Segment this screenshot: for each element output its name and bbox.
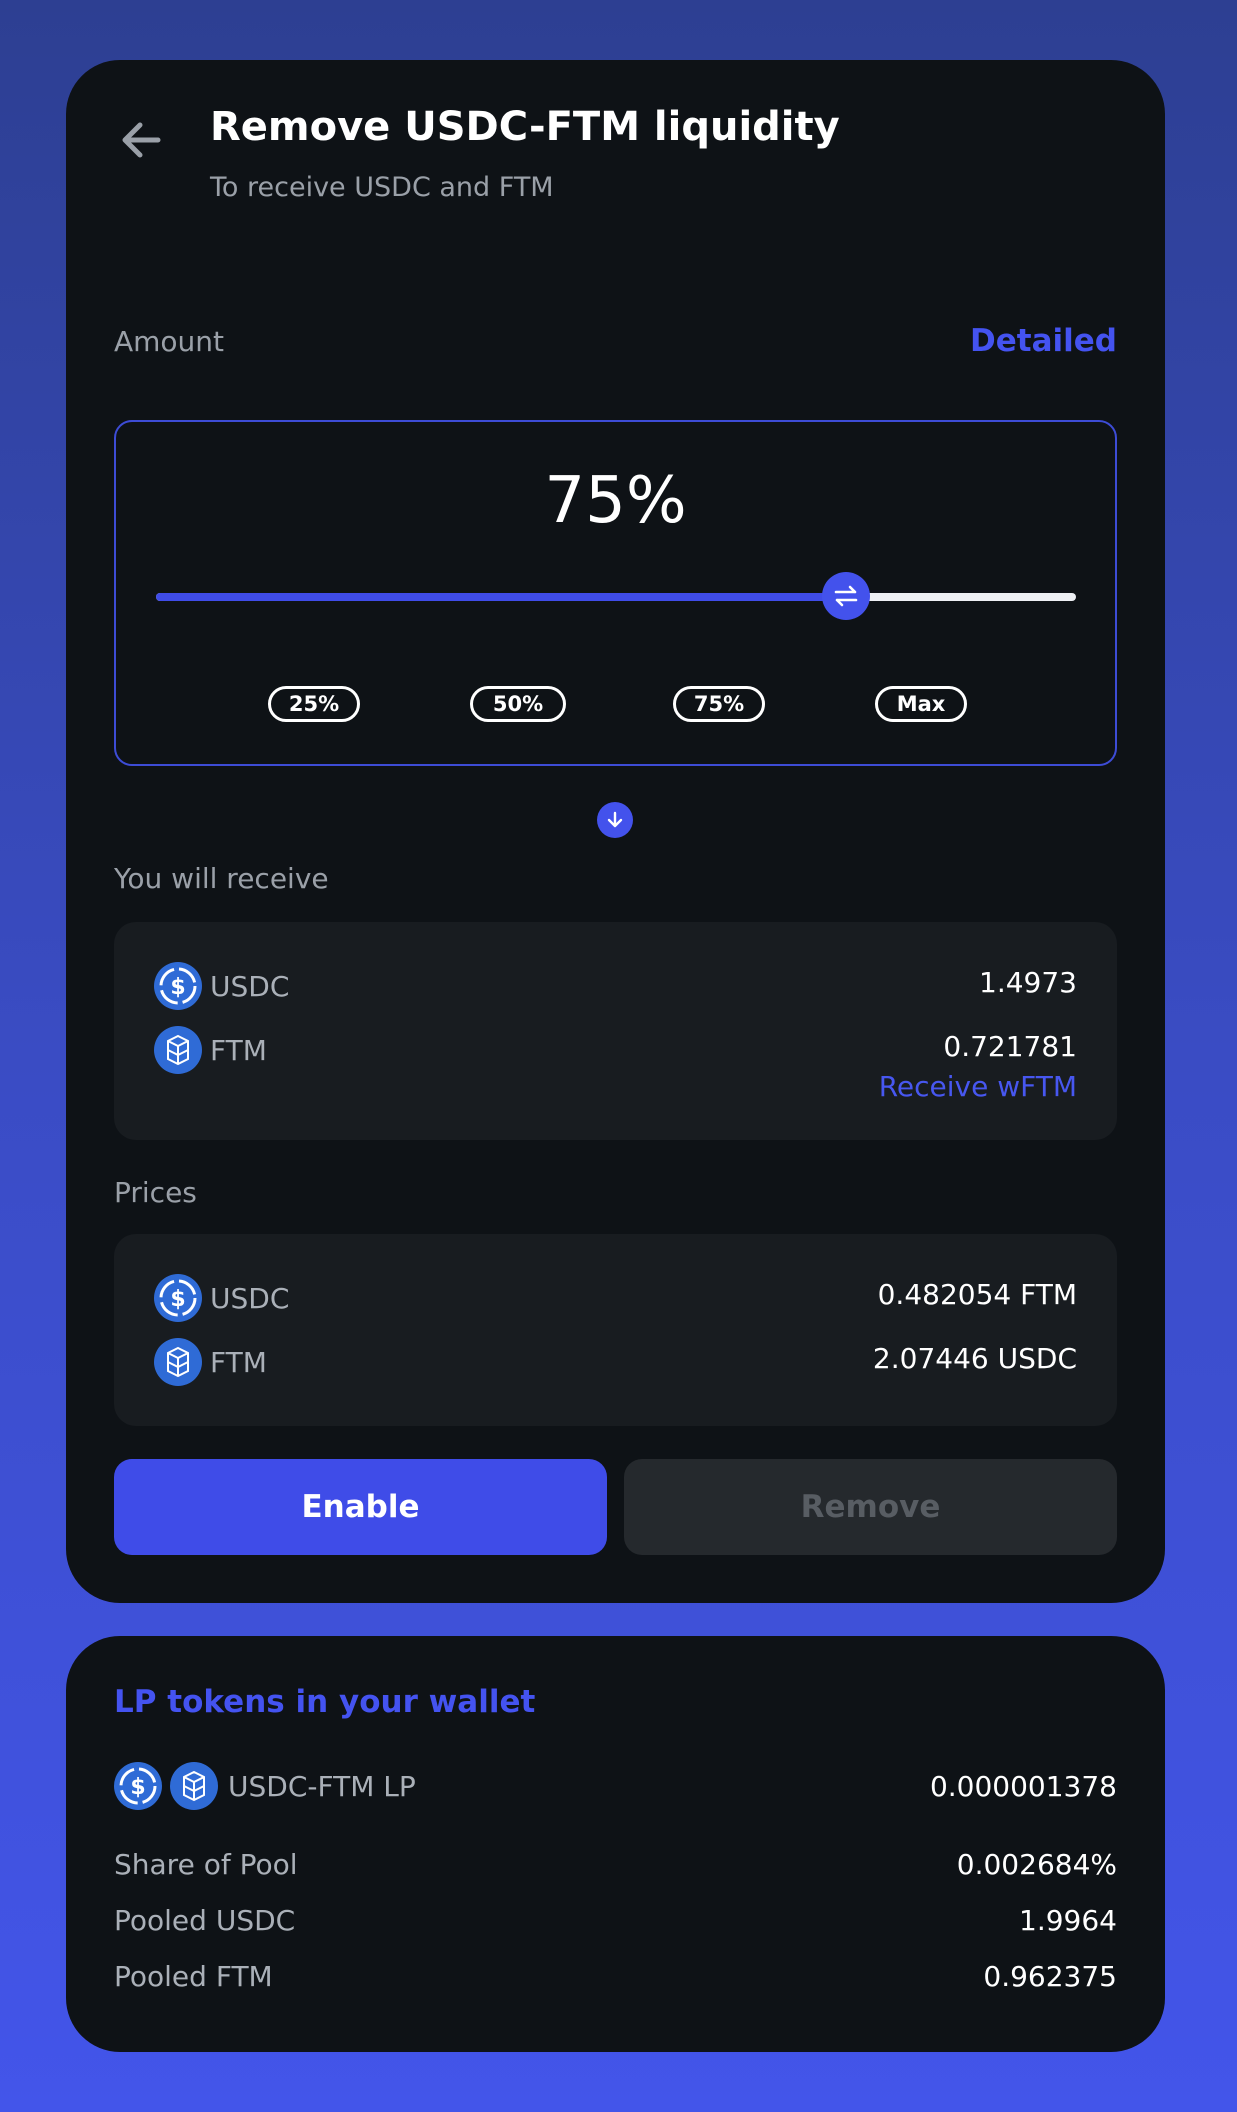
prices-label: Prices	[114, 1176, 197, 1209]
page-subtitle: To receive USDC and FTM	[210, 172, 554, 203]
lp-stat-row: Share of Pool 0.002684%	[114, 1848, 1117, 1881]
prices-panel: $ USDC 0.482054 FTM FTM 2.07446 USDC	[114, 1234, 1117, 1426]
lp-wallet-card: LP tokens in your wallet $ USDC-FTM LP 0…	[66, 1636, 1165, 2052]
slider-track[interactable]	[156, 593, 1076, 601]
remove-button[interactable]: Remove	[624, 1459, 1117, 1555]
fantom-coin-icon	[154, 1026, 202, 1074]
arrow-left-icon	[122, 122, 161, 158]
receive-amount-usdc: 1.4973	[979, 966, 1077, 999]
usdc-coin-icon: $	[154, 1274, 202, 1322]
receive-row-usdc: $ USDC	[154, 962, 289, 1010]
pooled-usdc-label: Pooled USDC	[114, 1904, 296, 1937]
amount-slider-panel: 75% 25% 50% 75% Max	[114, 420, 1117, 766]
share-of-pool-label: Share of Pool	[114, 1848, 298, 1881]
fantom-coin-icon	[170, 1762, 218, 1810]
price-value-ftm: 2.07446 USDC	[872, 1342, 1077, 1375]
detailed-toggle-link[interactable]: Detailed	[970, 323, 1117, 359]
percent-readout: 75%	[544, 464, 687, 538]
svg-text:$: $	[170, 975, 185, 1000]
price-value-usdc: 0.482054 FTM	[877, 1278, 1077, 1311]
pooled-ftm-value: 0.962375	[983, 1960, 1117, 1993]
preset-50-button[interactable]: 50%	[470, 686, 566, 722]
slider-thumb[interactable]	[822, 572, 870, 620]
lp-pair-info: $ USDC-FTM LP	[114, 1762, 416, 1810]
receive-token-ftm: FTM	[210, 1033, 267, 1067]
receive-amount-ftm: 0.721781	[943, 1030, 1077, 1063]
lp-stat-row: Pooled FTM 0.962375	[114, 1960, 1117, 1993]
slider-fill	[156, 593, 846, 601]
price-token-ftm: FTM	[210, 1345, 267, 1379]
receive-wftm-link[interactable]: Receive wFTM	[879, 1070, 1077, 1103]
receive-panel: $ USDC 1.4973 FTM 0.721781 Receive wFTM	[114, 922, 1117, 1140]
preset-25-button[interactable]: 25%	[268, 686, 360, 722]
swap-arrows-icon	[834, 585, 858, 607]
lp-wallet-title: LP tokens in your wallet	[114, 1684, 536, 1720]
back-button[interactable]	[114, 108, 178, 172]
usdc-coin-icon: $	[154, 962, 202, 1010]
arrow-down-icon	[597, 802, 633, 838]
share-of-pool-value: 0.002684%	[956, 1848, 1117, 1881]
svg-text:$: $	[170, 1287, 185, 1312]
preset-max-button[interactable]: Max	[875, 686, 967, 722]
receive-token-usdc: USDC	[210, 969, 290, 1003]
enable-button[interactable]: Enable	[114, 1459, 607, 1555]
usdc-coin-icon: $	[114, 1762, 162, 1810]
remove-liquidity-card: Remove USDC-FTM liquidity To receive USD…	[66, 60, 1165, 1603]
pooled-usdc-value: 1.9964	[1019, 1904, 1117, 1937]
receive-row-ftm: FTM	[154, 1026, 267, 1074]
pooled-ftm-label: Pooled FTM	[114, 1960, 273, 1993]
amount-label: Amount	[114, 325, 225, 358]
lp-stat-row: Pooled USDC 1.9964	[114, 1904, 1117, 1937]
price-token-usdc: USDC	[210, 1281, 290, 1315]
lp-pair-row: $ USDC-FTM LP 0.000001378	[114, 1762, 1117, 1810]
fantom-coin-icon	[154, 1338, 202, 1386]
svg-text:$: $	[130, 1775, 145, 1800]
receive-label: You will receive	[114, 862, 329, 895]
lp-pair-label: USDC-FTM LP	[228, 1769, 416, 1803]
lp-pair-amount: 0.000001378	[929, 1769, 1117, 1803]
price-row-usdc: $ USDC	[154, 1274, 289, 1322]
price-row-ftm: FTM	[154, 1338, 267, 1386]
preset-75-button[interactable]: 75%	[673, 686, 765, 722]
page-title: Remove USDC-FTM liquidity	[210, 104, 840, 150]
